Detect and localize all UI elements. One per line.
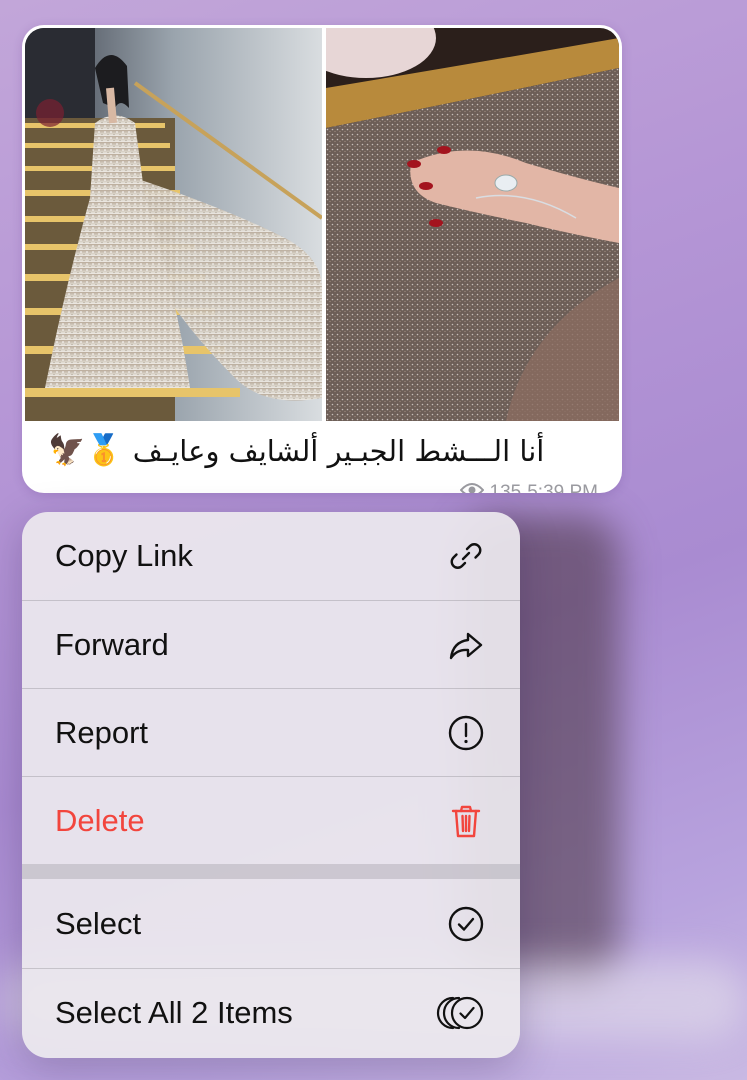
album-photo-gown-staircase[interactable] (25, 28, 322, 421)
link-icon (446, 536, 486, 576)
menu-item-report[interactable]: Report (22, 688, 520, 776)
menu-item-label: Copy Link (55, 538, 193, 573)
menu-item-label: Select All 2 Items (55, 995, 293, 1030)
menu-item-copy-link[interactable]: Copy Link (22, 512, 520, 600)
menu-item-label: Delete (55, 802, 145, 838)
message-meta: 135 5:39 PM (459, 482, 598, 493)
message-caption: أنا الـــشط الجبـير ألشايف وعايـف 🥇🦅 (22, 429, 622, 473)
caption-emoji: 🥇🦅 (48, 434, 123, 467)
caption-text: أنا الـــشط الجبـير ألشايف وعايـف (132, 434, 545, 468)
menu-group-separator (22, 864, 520, 879)
message-time: 5:39 PM (527, 482, 598, 493)
forward-arrow-icon (446, 625, 486, 665)
check-circle-icon (446, 904, 486, 944)
menu-item-label: Report (55, 714, 149, 750)
eye-icon (459, 482, 484, 493)
exclamation-circle-icon (446, 713, 486, 753)
multi-check-circle-icon (434, 993, 486, 1033)
menu-item-label: Forward (55, 626, 169, 662)
menu-item-forward[interactable]: Forward (22, 600, 520, 688)
album-photo-hand-dress[interactable] (326, 28, 619, 421)
menu-item-label: Select (55, 905, 142, 941)
menu-item-delete[interactable]: Delete (22, 776, 520, 864)
trash-icon (446, 801, 486, 841)
context-menu: Copy Link Forward Report Delete Select S… (22, 512, 520, 1058)
menu-item-select-all[interactable]: Select All 2 Items (22, 968, 520, 1057)
view-count: 135 (489, 482, 522, 493)
photo-album-message[interactable]: أنا الـــشط الجبـير ألشايف وعايـف 🥇🦅 135… (22, 25, 622, 493)
menu-item-select[interactable]: Select (22, 879, 520, 968)
